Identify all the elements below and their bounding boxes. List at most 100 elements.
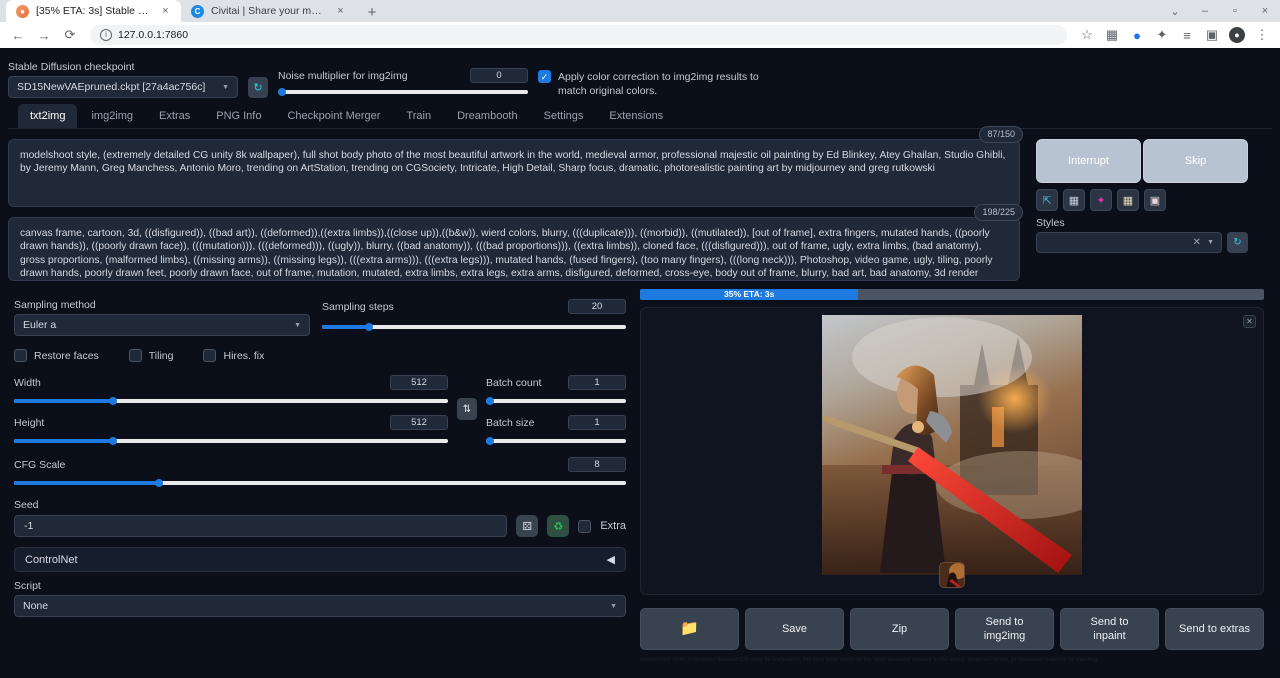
chevron-down-icon[interactable]: ▼ <box>1207 239 1214 246</box>
batch-size-slider[interactable] <box>486 435 626 447</box>
calculator-icon[interactable]: ▦ <box>1100 23 1124 47</box>
controlnet-accordion[interactable]: ControlNet ◀ <box>14 547 626 572</box>
apply-style-icon[interactable]: ▦ <box>1117 189 1139 211</box>
tab-extensions[interactable]: Extensions <box>597 104 675 128</box>
color-correction-checkbox[interactable]: ✓ <box>538 70 551 83</box>
width-input[interactable]: 512 <box>390 375 448 390</box>
noise-slider[interactable] <box>278 86 528 98</box>
slider-knob[interactable] <box>486 437 494 445</box>
save-button[interactable]: Save <box>745 608 844 650</box>
tab-title: [35% ETA: 3s] Stable Diffusion <box>36 5 152 17</box>
back-icon[interactable]: ← <box>6 23 30 47</box>
browser-tab-civitai[interactable]: C Civitai | Share your models × <box>181 0 356 22</box>
slider-knob[interactable] <box>155 479 163 487</box>
close-window-icon[interactable]: × <box>1250 0 1280 22</box>
restore-faces-checkbox[interactable] <box>14 349 27 362</box>
slider-knob[interactable] <box>486 397 494 405</box>
checkpoint-select[interactable]: SD15NewVAEpruned.ckpt [27a4ac756c] ▼ <box>8 76 238 98</box>
slider-knob[interactable] <box>109 437 117 445</box>
sampling-method-select[interactable]: Euler a ▼ <box>14 314 310 336</box>
extra-label: Extra <box>600 520 626 532</box>
slider-knob[interactable] <box>109 397 117 405</box>
batch-size-input[interactable]: 1 <box>568 415 626 430</box>
tab-checkpoint-merger[interactable]: Checkpoint Merger <box>275 104 392 128</box>
image-gallery[interactable]: ✕ <box>640 307 1264 595</box>
restore-faces-toggle[interactable]: Restore faces <box>14 349 99 362</box>
tab-png-info[interactable]: PNG Info <box>204 104 273 128</box>
styles-select[interactable]: ✕ ▼ <box>1036 232 1222 253</box>
save-style-icon[interactable]: ▣ <box>1144 189 1166 211</box>
generate-button-row: Interrupt Skip <box>1036 139 1248 183</box>
slider-knob[interactable] <box>278 88 286 96</box>
reload-icon[interactable]: ⟳ <box>58 23 82 47</box>
extension-blue-icon[interactable]: ● <box>1125 23 1149 47</box>
new-tab-button[interactable]: + <box>360 2 384 22</box>
cfg-scale-input[interactable]: 8 <box>568 457 626 472</box>
reuse-seed-recycle-icon[interactable]: ♻ <box>547 515 569 537</box>
open-folder-button[interactable]: 📁 <box>640 608 739 650</box>
gallery-thumbnail[interactable] <box>939 562 965 588</box>
kebab-menu-icon[interactable]: ⋮ <box>1250 23 1274 47</box>
interrupt-button[interactable]: Interrupt <box>1036 139 1141 183</box>
prompt-column: modelshoot style, (extremely detailed CG… <box>8 139 1020 281</box>
tab-img2img[interactable]: img2img <box>79 104 145 128</box>
refresh-styles-icon[interactable]: ↻ <box>1227 232 1248 253</box>
skip-button[interactable]: Skip <box>1143 139 1248 183</box>
width-slider[interactable] <box>14 395 448 407</box>
sidepanel-icon[interactable]: ▣ <box>1200 23 1224 47</box>
show-extra-networks-icon[interactable]: ✦ <box>1090 189 1112 211</box>
refresh-checkpoints-icon[interactable]: ↻ <box>248 77 268 98</box>
site-info-icon[interactable]: i <box>100 29 112 41</box>
close-icon[interactable]: × <box>159 5 172 18</box>
extra-seed-checkbox[interactable] <box>578 520 591 533</box>
height-input[interactable]: 512 <box>390 415 448 430</box>
sampling-steps-slider[interactable] <box>322 321 626 333</box>
negative-prompt-textarea[interactable]: canvas frame, cartoon, 3d, ((disfigured)… <box>8 217 1020 281</box>
sampling-steps-input[interactable]: 20 <box>568 299 626 314</box>
random-seed-dice-icon[interactable]: ⚄ <box>516 515 538 537</box>
send-to-img2img-button[interactable]: Send to img2img <box>955 608 1054 650</box>
bookmark-star-icon[interactable]: ☆ <box>1075 23 1099 47</box>
sampling-method-field: Sampling method Euler a ▼ <box>14 299 310 336</box>
tab-train[interactable]: Train <box>394 104 443 128</box>
hires-fix-toggle[interactable]: Hires. fix <box>203 349 264 362</box>
hires-fix-checkbox[interactable] <box>203 349 216 362</box>
profile-avatar-icon[interactable]: ● <box>1225 23 1249 47</box>
tab-dreambooth[interactable]: Dreambooth <box>445 104 530 128</box>
zip-button[interactable]: Zip <box>850 608 949 650</box>
send-to-extras-button[interactable]: Send to extras <box>1165 608 1264 650</box>
tab-settings[interactable]: Settings <box>532 104 596 128</box>
chevron-left-icon[interactable]: ◀ <box>607 553 615 566</box>
positive-prompt-textarea[interactable]: modelshoot style, (extremely detailed CG… <box>8 139 1020 207</box>
maximize-icon[interactable]: ▫ <box>1220 0 1250 22</box>
send-to-inpaint-button[interactable]: Send to inpaint <box>1060 608 1159 650</box>
puzzle-icon[interactable]: ✦ <box>1150 23 1174 47</box>
color-correction-field[interactable]: ✓ Apply color correction to img2img resu… <box>538 70 768 98</box>
tiling-toggle[interactable]: Tiling <box>129 349 174 362</box>
tab-extras[interactable]: Extras <box>147 104 202 128</box>
tab-txt2img[interactable]: txt2img <box>18 104 77 128</box>
seed-input[interactable]: -1 <box>14 515 507 537</box>
close-gallery-icon[interactable]: ✕ <box>1243 315 1256 328</box>
height-slider[interactable] <box>14 435 448 447</box>
generated-image[interactable] <box>822 315 1082 575</box>
browser-tab-stable-diffusion[interactable]: ● [35% ETA: 3s] Stable Diffusion × <box>6 0 181 22</box>
forward-icon[interactable]: → <box>32 23 56 47</box>
noise-value-input[interactable]: 0 <box>470 68 528 83</box>
close-icon[interactable]: × <box>334 5 347 18</box>
script-select[interactable]: None ▼ <box>14 595 626 617</box>
chevron-down-icon[interactable]: ⌄ <box>1160 0 1190 22</box>
clear-styles-icon[interactable]: ✕ <box>1193 237 1201 248</box>
restore-progress-icon[interactable]: ⇱ <box>1036 189 1058 211</box>
batch-count-slider[interactable] <box>486 395 626 407</box>
minimize-icon[interactable]: – <box>1190 0 1220 22</box>
address-bar[interactable]: i 127.0.0.1:7860 <box>90 25 1067 45</box>
clear-prompt-trash-icon[interactable]: ▦ <box>1063 189 1085 211</box>
swap-dimensions-icon[interactable]: ⇅ <box>457 398 477 420</box>
slider-knob[interactable] <box>365 323 373 331</box>
tiling-checkbox[interactable] <box>129 349 142 362</box>
list-icon[interactable]: ≡ <box>1175 23 1199 47</box>
cfg-scale-slider[interactable] <box>14 477 626 489</box>
batch-count-input[interactable]: 1 <box>568 375 626 390</box>
prompt-row: modelshoot style, (extremely detailed CG… <box>8 139 1272 281</box>
